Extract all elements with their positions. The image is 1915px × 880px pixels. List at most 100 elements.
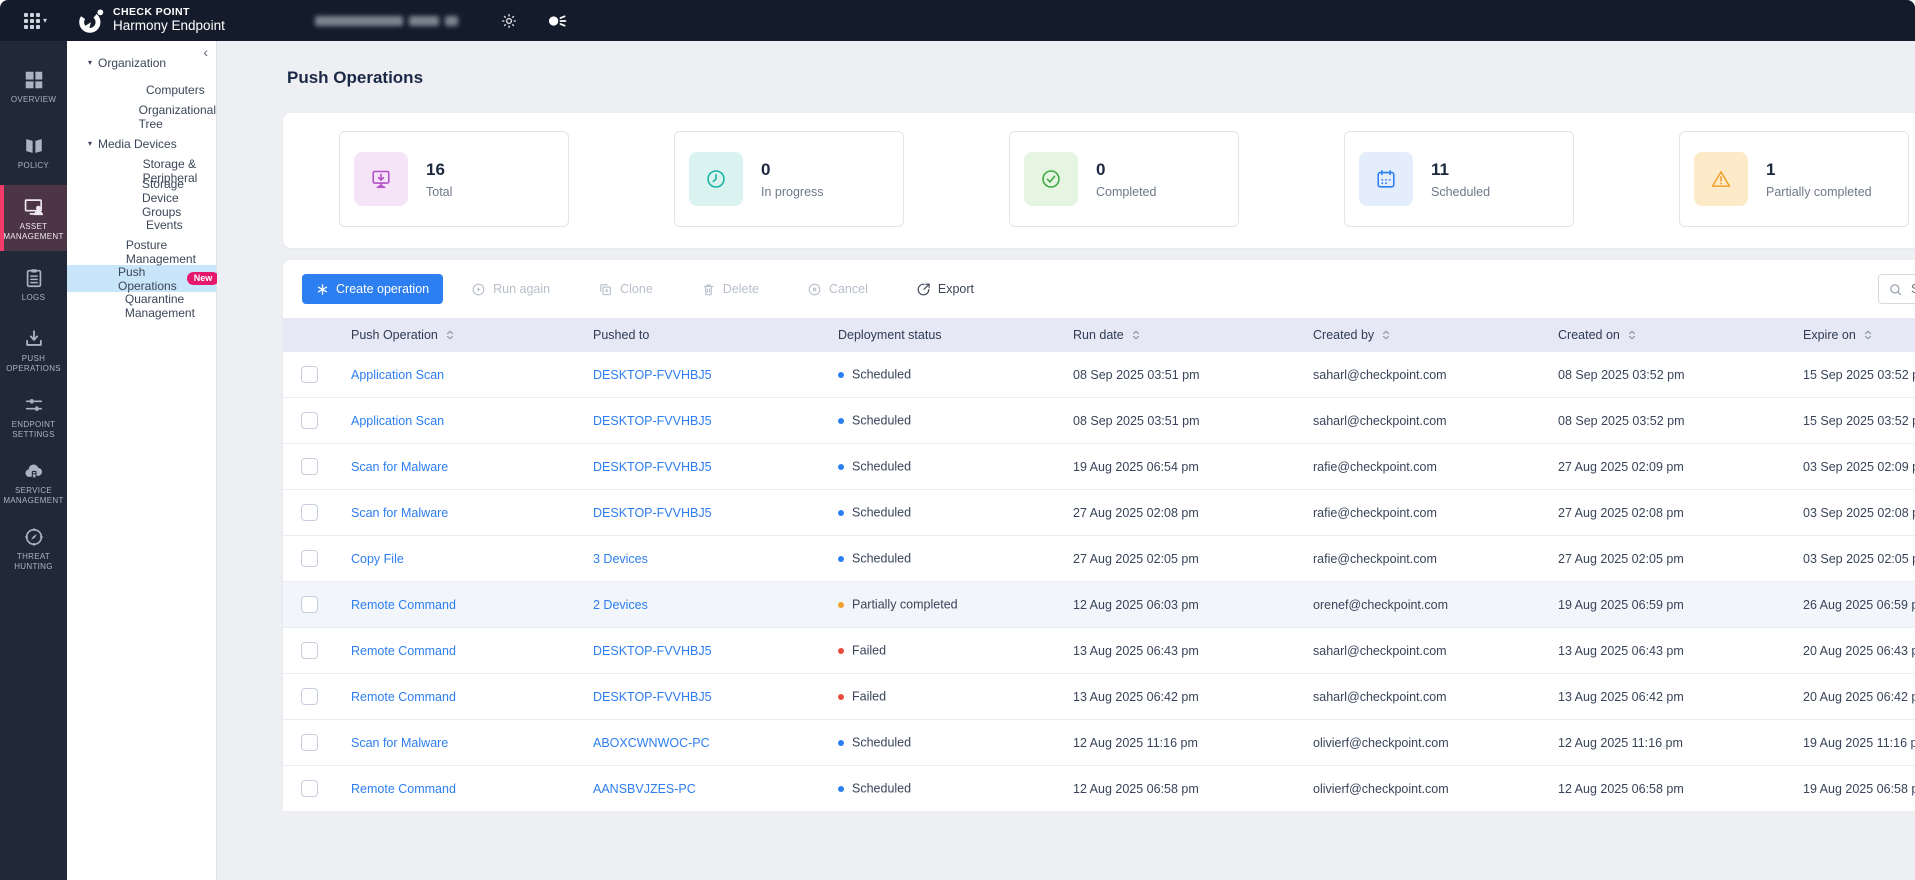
app-switcher-menu-icon[interactable]: ▾	[24, 12, 47, 29]
export-button[interactable]: Export	[912, 274, 978, 304]
row-checkbox[interactable]	[300, 734, 318, 751]
service-management-icon	[23, 459, 45, 483]
created-on-cell: 13 Aug 2025 06:42 pm	[1558, 689, 1684, 704]
expire-on-cell: 15 Sep 2025 03:52 pm	[1803, 413, 1915, 428]
push-operation-link[interactable]: Scan for Malware	[351, 506, 448, 520]
nav-item-organization[interactable]: Organization	[67, 49, 216, 76]
status-label: Scheduled	[852, 781, 912, 796]
push-operation-link[interactable]: Remote Command	[351, 690, 456, 704]
logs-icon	[23, 266, 45, 290]
push-operation-link[interactable]: Remote Command	[351, 644, 456, 658]
settings-gear-icon[interactable]	[500, 12, 518, 30]
cancel-button[interactable]: Cancel	[803, 274, 872, 304]
sidebar-item-overview[interactable]: OVERVIEW	[0, 53, 67, 119]
created-by-cell: saharl@checkpoint.com	[1313, 413, 1447, 428]
table-row[interactable]: Remote Command DESKTOP-FVVHBJ5 Failed 13…	[283, 628, 1915, 674]
status-label: Scheduled	[852, 505, 912, 520]
pushed-to-link[interactable]: DESKTOP-FVVHBJ5	[593, 644, 712, 658]
nav-item-posture-management[interactable]: Posture Management	[67, 238, 216, 266]
column-header-created-by[interactable]: Created by	[1305, 328, 1550, 342]
table-row[interactable]: Remote Command DESKTOP-FVVHBJ5 Failed 13…	[283, 674, 1915, 720]
sidebar-item-policy[interactable]: POLICY	[0, 119, 67, 185]
warning-triangle-icon	[1694, 152, 1748, 206]
table-row[interactable]: Scan for Malware DESKTOP-FVVHBJ5 Schedul…	[283, 490, 1915, 536]
push-operation-link[interactable]: Scan for Malware	[351, 460, 448, 474]
pushed-to-link[interactable]: DESKTOP-FVVHBJ5	[593, 690, 712, 704]
table-row[interactable]: Copy File 3 Devices Scheduled 27 Aug 202…	[283, 536, 1915, 582]
run-date-cell: 08 Sep 2025 03:51 pm	[1073, 413, 1200, 428]
sidebar-item-service-management[interactable]: SERVICE MANAGEMENT	[0, 449, 67, 515]
push-operation-link[interactable]: Scan for Malware	[351, 736, 448, 750]
account-profile-icon[interactable]	[546, 12, 568, 30]
nav-item-push-operations[interactable]: Push Operations New	[67, 265, 220, 293]
pushed-to-link[interactable]: DESKTOP-FVVHBJ5	[593, 460, 712, 474]
created-by-cell: olivierf@checkpoint.com	[1313, 781, 1449, 796]
column-header-expire-on[interactable]: Expire on	[1795, 328, 1915, 342]
push-operation-link[interactable]: Remote Command	[351, 782, 456, 796]
sort-icon	[445, 328, 455, 342]
pushed-to-link[interactable]: ABOXCWNWOC-PC	[593, 736, 710, 750]
expire-on-cell: 19 Aug 2025 06:58 pm	[1803, 781, 1915, 796]
run-again-button[interactable]: Run again	[467, 274, 554, 304]
column-header-push-operation[interactable]: Push Operation	[335, 328, 585, 342]
sort-icon	[1627, 328, 1637, 342]
table-row[interactable]: Application Scan DESKTOP-FVVHBJ5 Schedul…	[283, 352, 1915, 398]
table-row[interactable]: Scan for Malware DESKTOP-FVVHBJ5 Schedul…	[283, 444, 1915, 490]
brand-title: CHECK POINT Harmony Endpoint	[113, 7, 225, 33]
nav-item-organizational-tree[interactable]: Organizational Tree	[67, 103, 216, 131]
pushed-to-link[interactable]: 3 Devices	[593, 552, 648, 566]
expire-on-cell: 19 Aug 2025 11:16 pm	[1803, 735, 1915, 750]
push-operation-link[interactable]: Copy File	[351, 552, 404, 566]
pushed-to-link[interactable]: 2 Devices	[593, 598, 648, 612]
table-row[interactable]: Remote Command AANSBVJZES-PC Scheduled 1…	[283, 766, 1915, 812]
row-checkbox[interactable]	[300, 412, 318, 429]
row-checkbox[interactable]	[300, 688, 318, 705]
nav-item-media-devices[interactable]: Media Devices	[67, 130, 216, 157]
row-checkbox[interactable]	[300, 780, 318, 797]
delete-button[interactable]: Delete	[697, 274, 763, 304]
status-dot	[838, 601, 844, 608]
status-label: Partially completed	[852, 597, 958, 612]
row-checkbox[interactable]	[300, 550, 318, 567]
table-row[interactable]: Application Scan DESKTOP-FVVHBJ5 Schedul…	[283, 398, 1915, 444]
row-checkbox[interactable]	[300, 366, 318, 383]
push-operation-link[interactable]: Remote Command	[351, 598, 456, 612]
pushed-to-link[interactable]: DESKTOP-FVVHBJ5	[593, 414, 712, 428]
table-row[interactable]: Remote Command 2 Devices Partially compl…	[283, 582, 1915, 628]
push-operations-icon	[23, 327, 45, 351]
stat-card-in-progress: 0 In progress	[674, 131, 904, 227]
row-checkbox[interactable]	[300, 504, 318, 521]
collapse-nav-icon[interactable]	[203, 45, 208, 59]
push-operation-link[interactable]: Application Scan	[351, 414, 444, 428]
run-date-cell: 12 Aug 2025 06:58 pm	[1073, 781, 1199, 796]
nav-item-storage-device-groups[interactable]: Storage Device Groups	[67, 177, 216, 219]
pushed-to-link[interactable]: DESKTOP-FVVHBJ5	[593, 368, 712, 382]
created-on-cell: 08 Sep 2025 03:52 pm	[1558, 367, 1685, 382]
sidebar-item-asset-management[interactable]: ASSET MANAGEMENT	[0, 185, 67, 251]
table-toolbar: Create operation Run again Clone Delete …	[283, 260, 1915, 318]
brand-line2: Harmony Endpoint	[113, 17, 225, 33]
pushed-to-link[interactable]: DESKTOP-FVVHBJ5	[593, 506, 712, 520]
nav-item-quarantine-management[interactable]: Quarantine Management	[67, 292, 216, 320]
clone-button[interactable]: Clone	[594, 274, 657, 304]
column-header-run-date[interactable]: Run date	[1065, 328, 1305, 342]
row-checkbox[interactable]	[300, 596, 318, 613]
sidebar-item-push-operations[interactable]: PUSH OPERATIONS	[0, 317, 67, 383]
nav-item-computers[interactable]: Computers	[67, 76, 216, 103]
row-checkbox[interactable]	[300, 642, 318, 659]
sidebar-item-logs[interactable]: LOGS	[0, 251, 67, 317]
create-operation-button[interactable]: Create operation	[302, 274, 444, 304]
run-again-icon	[471, 282, 486, 297]
search-input[interactable]	[1909, 281, 1915, 297]
run-date-cell: 12 Aug 2025 11:16 pm	[1073, 735, 1198, 750]
page-title: Push Operations	[287, 68, 424, 87]
column-header-created-on[interactable]: Created on	[1550, 328, 1795, 342]
pushed-to-link[interactable]: AANSBVJZES-PC	[593, 782, 696, 796]
push-operation-link[interactable]: Application Scan	[351, 368, 444, 382]
sidebar-item-endpoint-settings[interactable]: ENDPOINT SETTINGS	[0, 383, 67, 449]
sidebar-item-threat-hunting[interactable]: THREAT HUNTING	[0, 515, 67, 581]
monitor-download-icon	[354, 152, 408, 206]
status-label: Failed	[852, 689, 887, 704]
table-row[interactable]: Scan for Malware ABOXCWNWOC-PC Scheduled…	[283, 720, 1915, 766]
row-checkbox[interactable]	[300, 458, 318, 475]
